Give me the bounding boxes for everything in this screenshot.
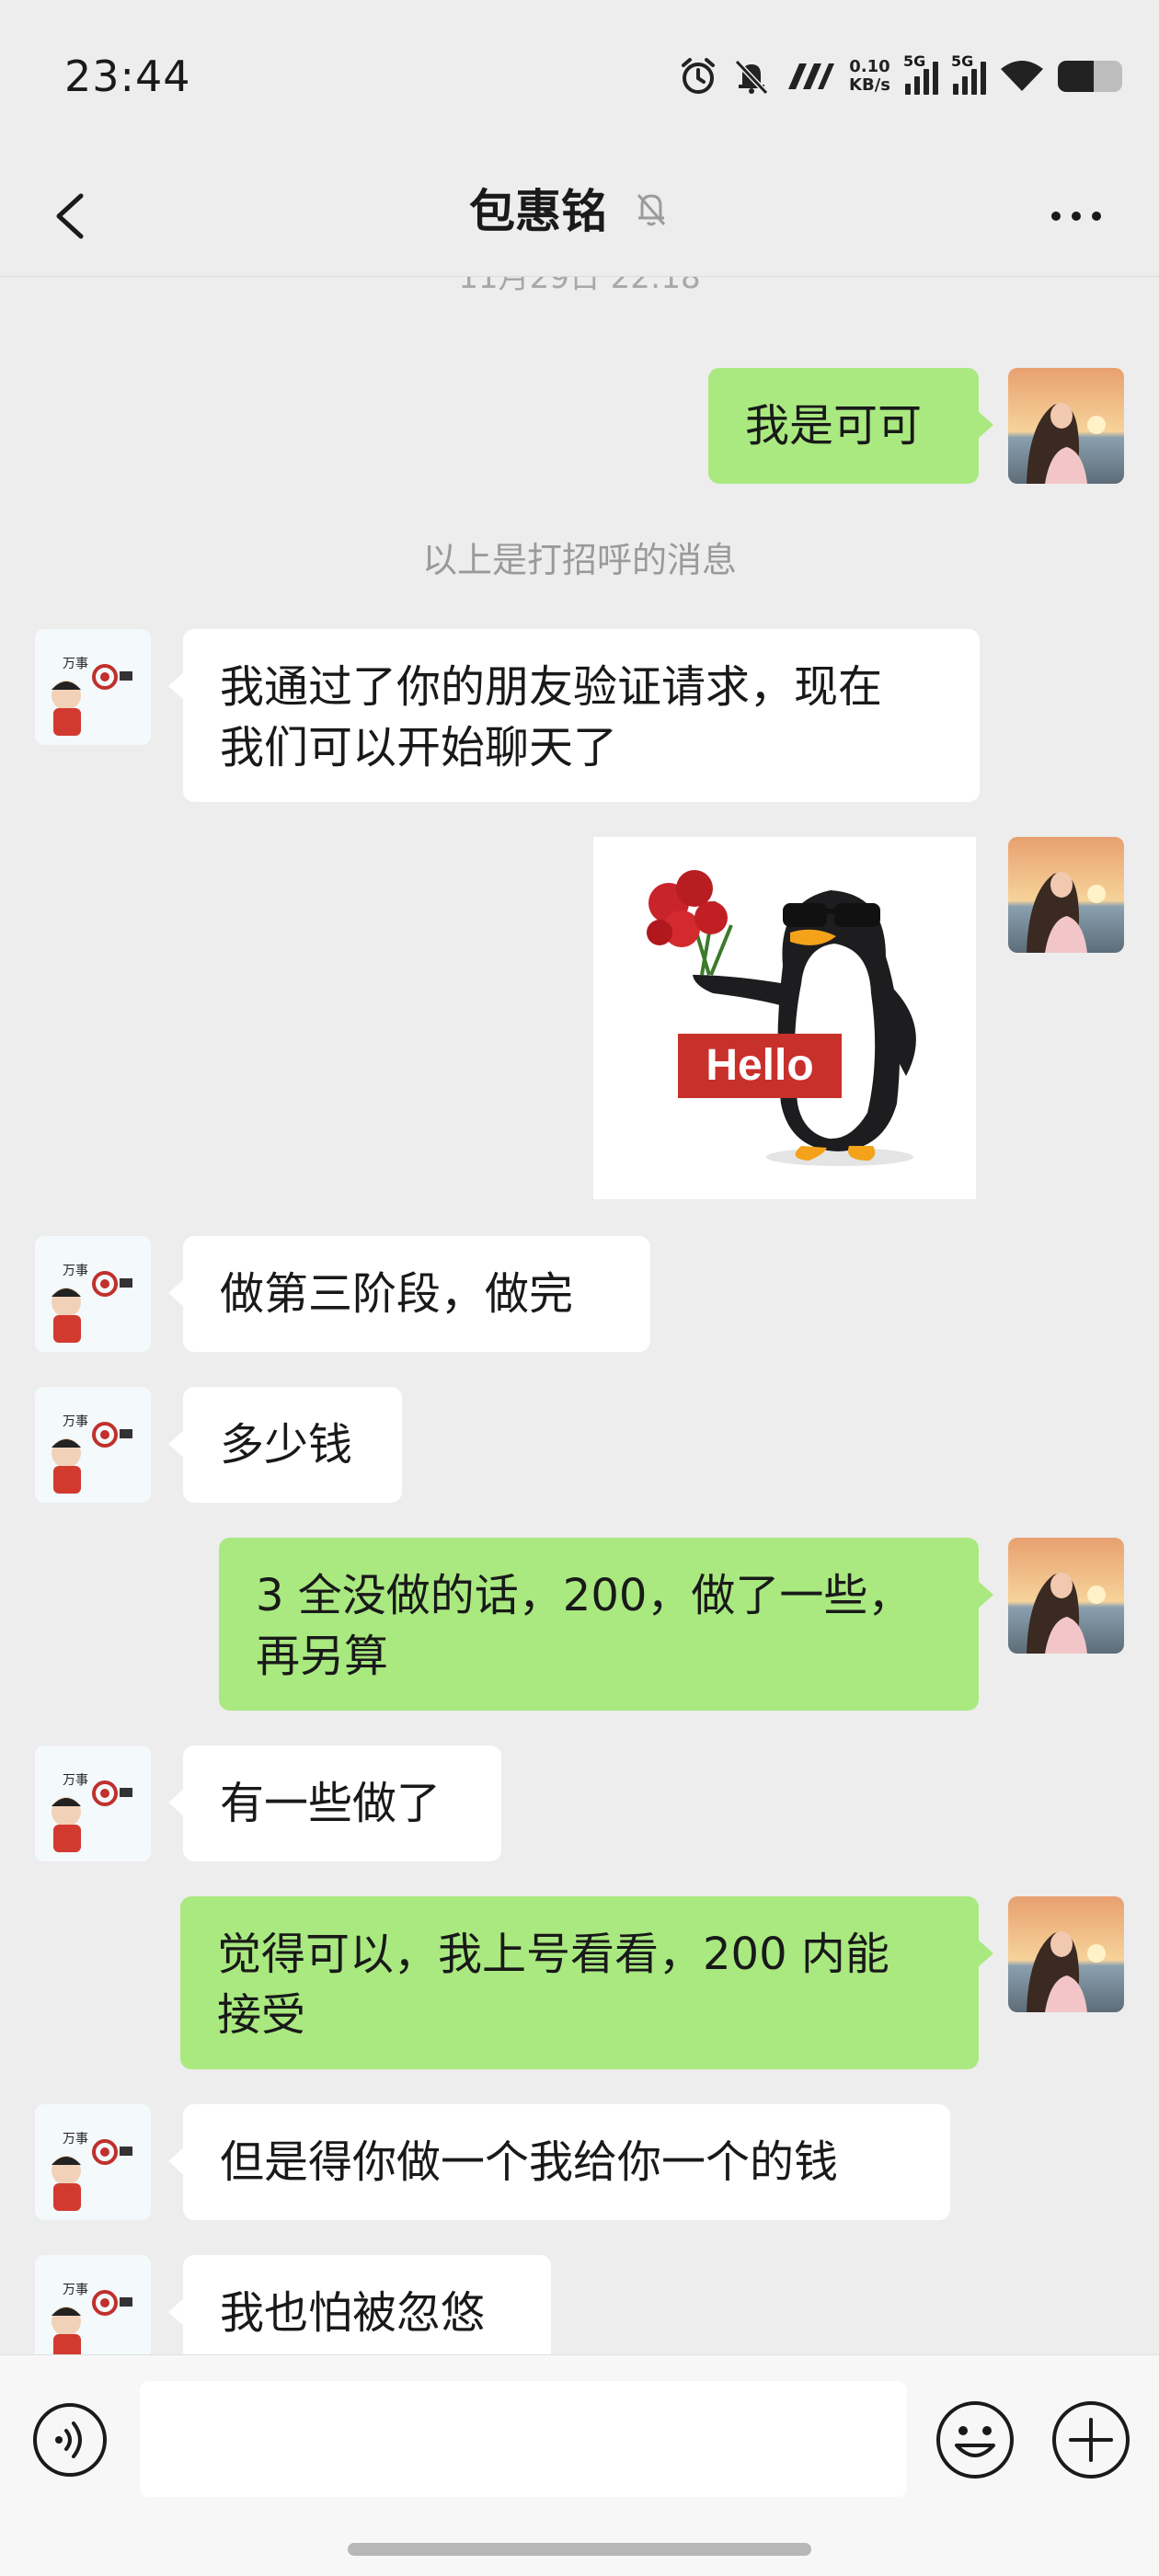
message-bubble-contact[interactable]: 但是得你做一个我给你一个的钱 [168,2104,950,2220]
emoji-icon[interactable] [935,2399,1016,2480]
sticker-hello-text: Hello [706,1041,813,1090]
alarm-icon [682,58,716,94]
contact-avatar[interactable]: 万事 [35,1387,151,1503]
message-bubble-mine[interactable]: 我是可可 [708,368,993,484]
message-input[interactable] [140,2381,907,2497]
message-timestamp: 11月29日 22:18 [458,276,701,296]
contact-avatar[interactable]: 万事 [35,629,151,745]
input-bar [0,2354,1159,2576]
my-avatar[interactable] [1008,1538,1124,1654]
contact-avatar[interactable]: 万事 [35,2255,151,2354]
wifi-icon [1001,61,1043,91]
message-list[interactable]: 11月29日 22:18 我是可可 以上是打招呼的消息 万事 我通过了你的朋友验… [0,276,1159,2354]
plus-icon[interactable] [1050,2399,1131,2480]
nfc-icon [788,63,835,89]
home-indicator[interactable] [348,2543,811,2556]
my-avatar[interactable] [1008,837,1124,953]
message-text: 我是可可 [745,400,923,452]
signal-icon-sim2: 5G [951,52,986,95]
message-text-line2: 接受 [217,1989,306,2041]
message-text-line1: 觉得可以，我上号看看，200 内能 [217,1929,889,1980]
message-bubble-contact[interactable]: 有一些做了 [168,1746,501,1861]
message-text-line1: 我通过了你的朋友验证请求，现在 [220,661,883,713]
status-icons: 0.10 KB/s 5G 5G [678,52,1122,99]
message-text: 有一些做了 [220,1778,442,1829]
message-text: 做第三阶段，做完 [220,1268,574,1320]
message-text-line2: 再另算 [256,1631,389,1682]
status-bar: 23:44 0.10 KB/s 5G 5G [0,0,1159,156]
voice-icon[interactable] [31,2401,109,2479]
back-arrow-icon[interactable] [44,189,99,244]
network-speed-unit: KB/s [849,75,890,95]
my-avatar[interactable] [1008,368,1124,484]
message-text-line2: 我们可以开始聊天了 [220,722,618,773]
status-time: 23:44 [64,52,191,101]
network-speed: 0.10 KB/s [849,58,890,95]
message-bubble-contact[interactable]: 我通过了你的朋友验证请求，现在 我们可以开始聊天了 [168,629,980,802]
message-bubble-contact[interactable]: 多少钱 [168,1387,402,1503]
message-text: 多少钱 [220,1419,353,1471]
svg-text:万事: 万事 [63,1264,88,1278]
network-speed-value: 0.10 [849,57,890,76]
message-bubble-contact[interactable]: 做第三阶段，做完 [168,1236,650,1352]
sim1-label: 5G [903,52,926,70]
greeting-note: 以上是打招呼的消息 [421,540,737,580]
svg-text:万事: 万事 [63,657,88,671]
svg-text:万事: 万事 [63,2283,88,2297]
battery-level [1058,61,1094,92]
chat-title: 包惠铭 [469,185,607,238]
notifications-off-icon [734,59,769,96]
sticker-message[interactable]: Hello [593,837,976,1199]
chat-header: 包惠铭 [0,156,1159,277]
svg-text:万事: 万事 [63,2132,88,2147]
message-text-line1: 3 全没做的话，200，做了一些， [256,1570,912,1621]
message-text: 我也怕被忽悠 [220,2287,486,2339]
sim2-label: 5G [951,52,974,70]
contact-avatar[interactable]: 万事 [35,2104,151,2220]
more-options-icon[interactable] [1049,202,1104,230]
contact-avatar[interactable]: 万事 [35,1236,151,1352]
battery-icon [1058,61,1122,92]
message-bubble-contact[interactable]: 我也怕被忽悠 [168,2255,551,2354]
my-avatar[interactable] [1008,1896,1124,2012]
message-text: 但是得你做一个我给你一个的钱 [220,2136,839,2188]
svg-text:万事: 万事 [63,1773,88,1788]
svg-text:万事: 万事 [63,1414,88,1429]
signal-icon-sim1: 5G [903,52,938,95]
message-bubble-mine[interactable]: 3 全没做的话，200，做了一些， 再另算 [219,1538,993,1711]
bell-off-icon [637,194,666,226]
message-bubble-mine[interactable]: 觉得可以，我上号看看，200 内能 接受 [180,1896,993,2069]
header-title-group: 包惠铭 [469,175,671,241]
contact-avatar[interactable]: 万事 [35,1746,151,1861]
